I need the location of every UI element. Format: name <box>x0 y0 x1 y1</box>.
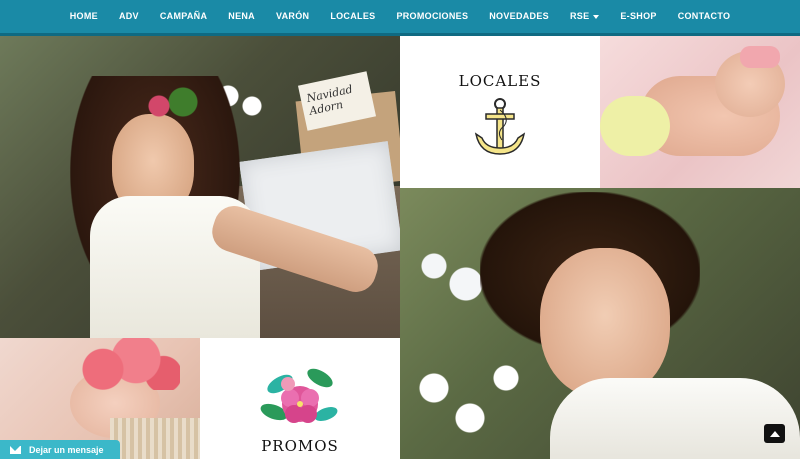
leave-message-label: Dejar un mensaje <box>29 444 104 455</box>
nav-home[interactable]: HOME <box>59 0 108 33</box>
lace-blanket <box>110 418 200 459</box>
nav-promociones[interactable]: PROMOCIONES <box>386 0 479 33</box>
nav-novedades[interactable]: NOVEDADES <box>479 0 560 33</box>
locales-tile[interactable]: LOCALES <box>400 36 600 188</box>
anchor-icon <box>474 98 526 155</box>
promos-tile[interactable]: PROMOS <box>200 338 400 459</box>
nav-nena[interactable]: NENA <box>218 0 266 33</box>
boy-face <box>540 248 670 398</box>
pink-flower-headband <box>70 338 180 390</box>
pink-headband-bow <box>740 46 780 68</box>
nav-rse[interactable]: RSE <box>559 0 609 33</box>
hair-flower-crown <box>135 86 215 126</box>
nav-locales[interactable]: LOCALES <box>320 0 386 33</box>
nav-adv[interactable]: ADV <box>108 0 149 33</box>
baby-diaper <box>600 96 670 156</box>
sleeping-baby-photo[interactable] <box>600 36 800 188</box>
boy-photo[interactable] <box>400 188 800 459</box>
girl-photo[interactable]: Navidad Adorn <box>0 36 400 338</box>
hibiscus-flower-icon <box>260 368 338 423</box>
nav-campana[interactable]: CAMPAÑA <box>149 0 217 33</box>
caret-down-icon <box>593 14 600 19</box>
nav-eshop[interactable]: E-SHOP <box>610 0 667 33</box>
white-orchids <box>410 348 530 448</box>
nav-contacto[interactable]: CONTACTO <box>667 0 741 33</box>
arrow-up-icon <box>769 430 780 437</box>
locales-title: LOCALES <box>458 72 542 90</box>
main-navbar: HOME ADV CAMPAÑA NENA VARÓN LOCALES PROM… <box>0 0 800 36</box>
envelope-icon <box>10 445 21 454</box>
paper-lanterns <box>410 248 490 308</box>
scroll-to-top-button[interactable] <box>764 424 785 443</box>
nav-rse-label: RSE <box>569 11 590 21</box>
boy-white-shirt <box>550 378 800 459</box>
leave-message-button[interactable]: Dejar un mensaje <box>0 440 120 459</box>
promos-title: PROMOS <box>261 437 339 455</box>
nav-varon[interactable]: VARÓN <box>265 0 319 33</box>
